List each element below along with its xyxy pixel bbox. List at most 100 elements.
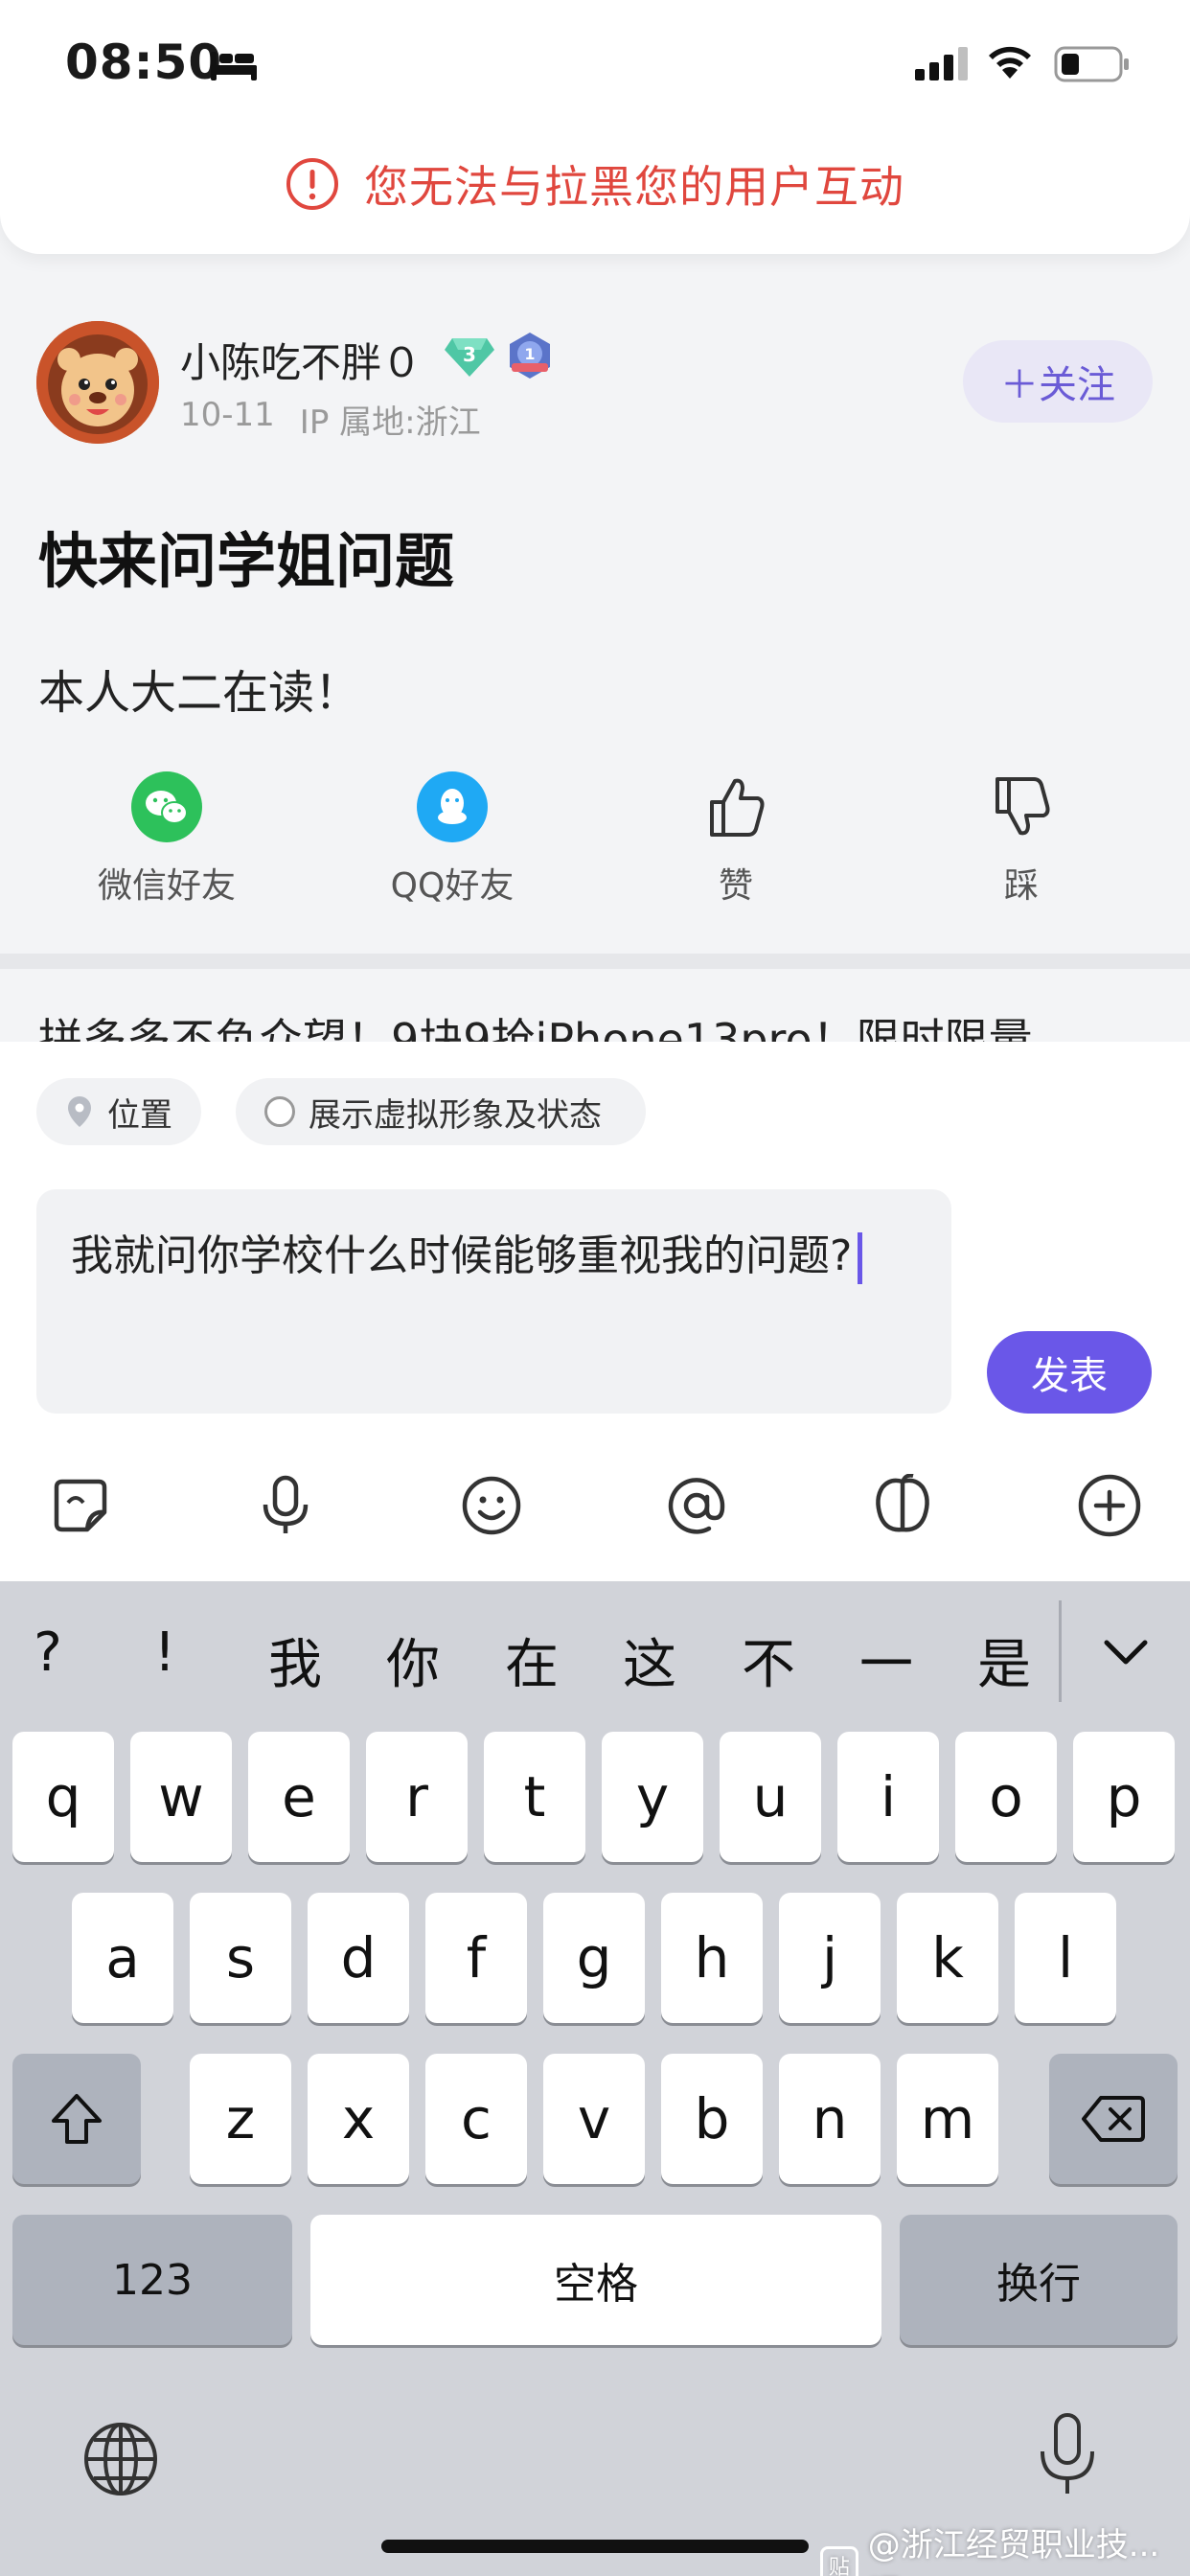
share-action-bar: 微信好友 QQ好友 赞 踩 [0,771,1190,925]
key-o[interactable]: o [955,1732,1057,1862]
show-avatar-toggle[interactable]: 展示虚拟形象及状态 [236,1078,646,1145]
post: 小陈吃不胖０ 3 1 10-11 IP 属地:浙江 ＋关注 快来问学姐问题 本人… [0,254,1190,954]
key-b[interactable]: b [661,2054,763,2184]
location-chip-label: 位置 [107,1095,172,1135]
qq-icon [417,771,488,842]
candidate-item[interactable]: ! [126,1622,203,1684]
globe-icon[interactable] [80,2419,161,2499]
candidate-item[interactable]: ? [10,1622,86,1684]
follow-label: ＋关注 [1000,363,1115,407]
candidate-item[interactable]: 我 [257,1622,333,1699]
key-r[interactable]: r [366,1732,468,1862]
reply-input[interactable]: 我就问你学校什么时候能够重视我的问题? [36,1189,951,1414]
show-avatar-label: 展示虚拟形象及状态 [309,1095,602,1135]
tieba-logo-icon: 贴 [820,2546,858,2576]
top-banner: 08:50 您无法与拉黑您的用户互动 [0,0,1190,254]
key-i[interactable]: i [837,1732,939,1862]
post-title: 快来问学姐问题 [38,526,455,596]
wifi-icon [989,46,1031,79]
emoji-icon[interactable] [453,1467,530,1544]
next-post-title: 拼多多不负众望！9块9抢iPhone13pro！限时限量 [38,1014,1033,1042]
key-x[interactable]: x [308,2054,409,2184]
bed-icon [211,52,257,80]
key-w[interactable]: w [130,1732,232,1862]
key-t[interactable]: t [484,1732,585,1862]
follow-button[interactable]: ＋关注 [963,340,1153,423]
numbers-key[interactable]: 123 [12,2215,292,2345]
home-indicator[interactable] [381,2540,809,2553]
post-body: 本人大二在读！ [38,666,361,720]
dislike-label: 踩 [1003,866,1039,906]
key-m[interactable]: m [897,2054,998,2184]
shift-key[interactable] [12,2054,141,2184]
ip-location: IP 属地:浙江 [299,403,481,442]
publish-label: 发表 [1031,1354,1108,1398]
thumbs-up-icon [700,771,771,842]
rank-badge-icon: 1 [510,333,550,379]
key-p[interactable]: p [1073,1732,1175,1862]
watermark-text: @浙江经贸职业技...吧 [867,2526,1160,2576]
key-a[interactable]: a [72,1893,173,2023]
share-wechat-button[interactable]: 微信好友 [42,771,291,908]
blocked-alert: 您无法与拉黑您的用户互动 [0,153,1190,215]
key-h[interactable]: h [661,1893,763,2023]
share-wechat-label: 微信好友 [97,866,236,906]
candidate-item[interactable]: 一 [848,1622,925,1699]
candidate-item[interactable]: 不 [730,1622,807,1699]
post-date: 10-11 [180,396,275,434]
status-time: 08:50 [65,34,223,90]
candidate-bar: ? ! 我 你 在 这 不 一 是 [0,1581,1190,1721]
gift-icon[interactable] [864,1467,941,1544]
shift-arrow-icon [52,2094,102,2144]
author-name[interactable]: 小陈吃不胖０ [180,331,422,389]
key-j[interactable]: j [779,1893,881,2023]
key-l[interactable]: l [1015,1893,1116,2023]
candidate-item[interactable]: 你 [375,1622,451,1699]
mention-icon[interactable] [658,1467,735,1544]
publish-button[interactable]: 发表 [987,1331,1152,1414]
plus-circle-icon[interactable] [1071,1467,1148,1544]
key-z[interactable]: z [190,2054,291,2184]
key-q[interactable]: q [12,1732,114,1862]
keyboard: ? ! 我 你 在 这 不 一 是 q w e r t y u i o p a … [0,1581,1190,2576]
sticker-icon[interactable] [42,1467,119,1544]
candidate-item[interactable]: 这 [611,1622,688,1699]
key-s[interactable]: s [190,1893,291,2023]
microphone-icon[interactable] [247,1467,324,1544]
key-u[interactable]: u [720,1732,821,1862]
key-d[interactable]: d [308,1893,409,2023]
lion-avatar-icon [36,321,159,444]
radio-circle-icon[interactable] [264,1096,295,1127]
space-key[interactable]: 空格 [310,2215,881,2345]
like-label: 赞 [718,866,753,906]
key-f[interactable]: f [425,1893,527,2023]
avatar[interactable] [36,321,159,444]
candidate-separator [1059,1600,1062,1702]
return-key[interactable]: 换行 [900,2215,1178,2345]
svg-text:3: 3 [463,343,476,366]
dislike-button[interactable]: 踩 [897,771,1146,908]
key-g[interactable]: g [543,1893,645,2023]
candidate-item[interactable]: 在 [493,1622,570,1699]
share-qq-button[interactable]: QQ好友 [328,771,577,908]
key-v[interactable]: v [543,2054,645,2184]
watermark: 贴 @浙江经贸职业技...吧 [820,2518,1190,2576]
chevron-down-icon[interactable] [1097,1623,1155,1681]
key-e[interactable]: e [248,1732,350,1862]
like-button[interactable]: 赞 [611,771,860,908]
candidate-item[interactable]: 是 [966,1622,1042,1699]
microphone-icon[interactable] [1033,2411,1102,2499]
battery-icon [1054,46,1129,82]
key-n[interactable]: n [779,2054,881,2184]
next-post-preview[interactable]: 拼多多不负众望！9块9抢iPhone13pro！限时限量 [0,969,1190,1042]
key-y[interactable]: y [602,1732,703,1862]
author-meta: 10-11 IP 属地:浙江 [180,396,481,443]
text-cursor [858,1232,863,1284]
key-c[interactable]: c [425,2054,527,2184]
feed-divider [0,954,1190,969]
location-chip[interactable]: 位置 [36,1078,201,1145]
svg-text:1: 1 [524,345,535,363]
delete-key[interactable] [1049,2054,1178,2184]
cell-signal-icon [915,47,968,80]
key-k[interactable]: k [897,1893,998,2023]
